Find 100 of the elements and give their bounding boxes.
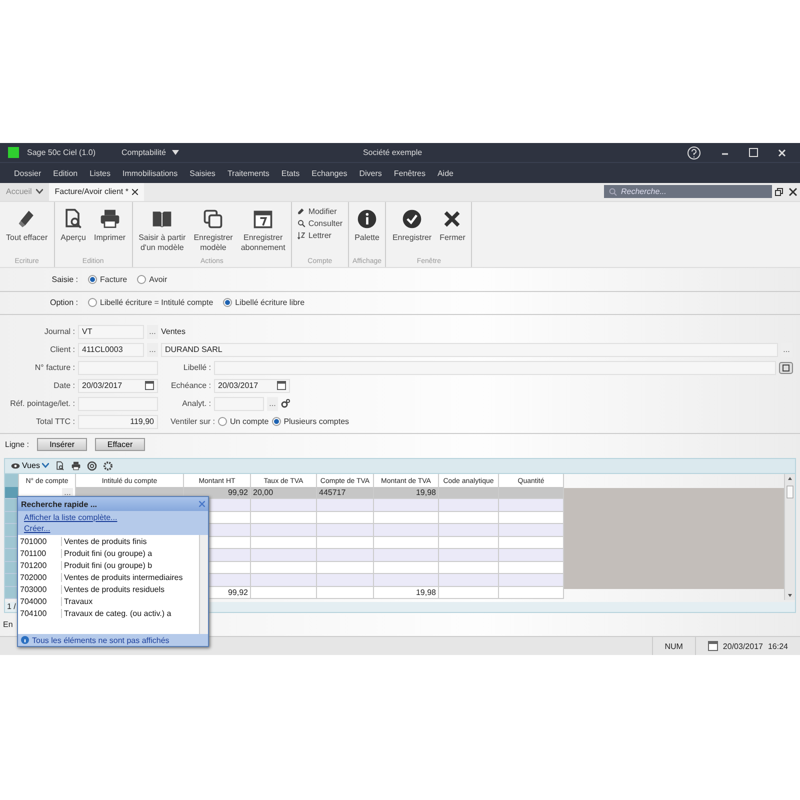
ribbon-button[interactable]: Modifier	[295, 206, 345, 217]
field-label: Date :	[52, 381, 75, 390]
ribbon-button[interactable]: Tout effacer	[3, 206, 51, 258]
menu-item[interactable]: Listes	[84, 168, 116, 178]
menu-item[interactable]: Edition	[47, 168, 84, 178]
chevron-down-icon[interactable]	[36, 189, 43, 194]
maximize-icon	[749, 148, 758, 158]
radio-option[interactable]: Un compte	[218, 417, 269, 426]
ribbon-button[interactable]: Saisir à partir d'un modèle	[136, 206, 189, 258]
libelle-field[interactable]	[214, 360, 776, 375]
calendar-icon[interactable]	[277, 381, 286, 390]
status-date: 20/03/2017	[722, 642, 763, 650]
note-icon[interactable]	[779, 362, 793, 374]
account-list-item[interactable]: 701100 Produit fini (ou groupe) a	[18, 547, 199, 559]
radio-option[interactable]: Facture	[88, 274, 128, 284]
calendar-icon[interactable]	[145, 381, 154, 390]
restore-window-icon[interactable]	[775, 188, 783, 196]
lookup-button[interactable]: ...	[147, 342, 158, 357]
radio-button[interactable]	[218, 417, 227, 426]
radio-button[interactable]	[137, 274, 146, 284]
line-button[interactable]: Effacer	[95, 438, 146, 452]
menu-item[interactable]: Echanges	[306, 168, 354, 178]
module-dropdown[interactable]: Comptabilité	[115, 148, 185, 158]
ribbon-button[interactable]: Fermer	[436, 206, 468, 258]
menu-item[interactable]: Fenêtres	[388, 168, 432, 178]
app-title: Sage 50c Ciel (1.0)	[27, 148, 96, 158]
radio-option[interactable]: Plusieurs comptes	[272, 417, 350, 426]
ribbon-button[interactable]: Lettrer	[295, 230, 345, 241]
journal-field[interactable]: VT	[78, 324, 144, 339]
menu-item[interactable]: Etats	[275, 168, 306, 178]
popup-link[interactable]: Afficher la liste complète...	[24, 513, 118, 522]
table-cell	[374, 549, 439, 562]
field-label: En	[3, 620, 13, 629]
analytic-field[interactable]	[214, 396, 264, 411]
menu-item[interactable]: Saisies	[184, 168, 222, 178]
radio-option[interactable]: Avoir	[137, 274, 168, 284]
close-icon[interactable]	[132, 188, 138, 195]
gear-icon[interactable]	[281, 399, 290, 408]
chevron-down-icon	[42, 463, 49, 468]
table-cell	[439, 562, 499, 574]
dropdown-caret-icon	[172, 150, 179, 156]
table-cell	[251, 524, 317, 537]
vertical-scrollbar[interactable]	[199, 535, 208, 634]
field-label: N° facture :	[34, 363, 75, 372]
close-icon[interactable]	[789, 188, 797, 196]
radio-button[interactable]	[223, 298, 232, 308]
menu-item[interactable]: Immobilisations	[116, 168, 184, 178]
menu-item[interactable]: Divers	[353, 168, 388, 178]
total-cell	[439, 586, 499, 600]
table-cell	[317, 549, 374, 562]
popup-link[interactable]: Créer...	[24, 524, 50, 533]
ribbon-button[interactable]: Enregistrer abonnement	[238, 206, 288, 258]
due-date-field[interactable]: 20/03/2017	[214, 378, 290, 393]
table-cell	[499, 549, 564, 562]
date-field[interactable]: 20/03/2017	[78, 378, 158, 393]
field-label: Libellé :	[182, 363, 211, 372]
ribbon-button[interactable]: Aperçu	[58, 206, 90, 258]
table-cell	[439, 549, 499, 562]
info-icon	[356, 208, 378, 230]
account-list-item[interactable]: 702000 Ventes de produits intermediaires	[18, 571, 199, 583]
account-list-item[interactable]: 704100 Travaux de categ. (ou activ.) a	[18, 607, 199, 619]
at-sign-icon[interactable]	[86, 460, 97, 471]
radio-option[interactable]: Libellé écriture libre	[223, 298, 305, 308]
table-cell: 20,00	[251, 486, 317, 500]
lookup-button[interactable]: ...	[62, 488, 73, 497]
search-field[interactable]: Recherche...	[604, 185, 772, 198]
radio-option[interactable]: Libellé écriture = Intitulé compte	[88, 298, 214, 308]
ribbon-button[interactable]: Enregistrer	[389, 206, 435, 258]
line-button[interactable]: Insérer	[37, 438, 88, 452]
lookup-button[interactable]: ...	[267, 396, 278, 411]
account-list-item[interactable]: 701000 Ventes de produits finis	[18, 535, 199, 547]
gear-icon[interactable]	[102, 460, 113, 471]
client-field[interactable]: 411CL0003	[78, 342, 144, 357]
menu-item[interactable]: Traitements	[221, 168, 276, 178]
ribbon-button[interactable]: Palette	[352, 206, 382, 258]
journal-name: Ventes	[161, 327, 186, 336]
table-cell	[374, 574, 439, 587]
printer-icon	[98, 208, 121, 230]
vertical-scrollbar[interactable]	[784, 474, 795, 600]
search-icon	[609, 188, 617, 196]
table-cell	[251, 562, 317, 574]
account-list-item[interactable]: 701200 Produit fini (ou groupe) b	[18, 559, 199, 571]
table-cell	[439, 512, 499, 524]
table-cell	[499, 486, 564, 500]
total-field: 119,90	[78, 414, 158, 429]
radio-button[interactable]	[272, 417, 281, 426]
views-button[interactable]: Vues	[11, 461, 49, 470]
tab[interactable]: Facture/Avoir client *	[48, 182, 144, 201]
menu-item[interactable]: Dossier	[8, 168, 48, 178]
ribbon-button[interactable]: Enregistrer modèle	[190, 206, 236, 258]
lookup-button[interactable]: ...	[147, 324, 158, 339]
radio-button[interactable]	[88, 298, 97, 308]
ribbon-button[interactable]: Consulter	[295, 218, 345, 229]
table-cell	[499, 574, 564, 587]
menu-item[interactable]: Aide	[431, 168, 460, 178]
table-cell	[317, 536, 374, 550]
radio-button[interactable]	[88, 274, 97, 284]
client-name-field[interactable]: DURAND SARL	[161, 342, 778, 357]
ribbon-button[interactable]: Imprimer	[91, 206, 129, 258]
table-cell	[439, 486, 499, 500]
